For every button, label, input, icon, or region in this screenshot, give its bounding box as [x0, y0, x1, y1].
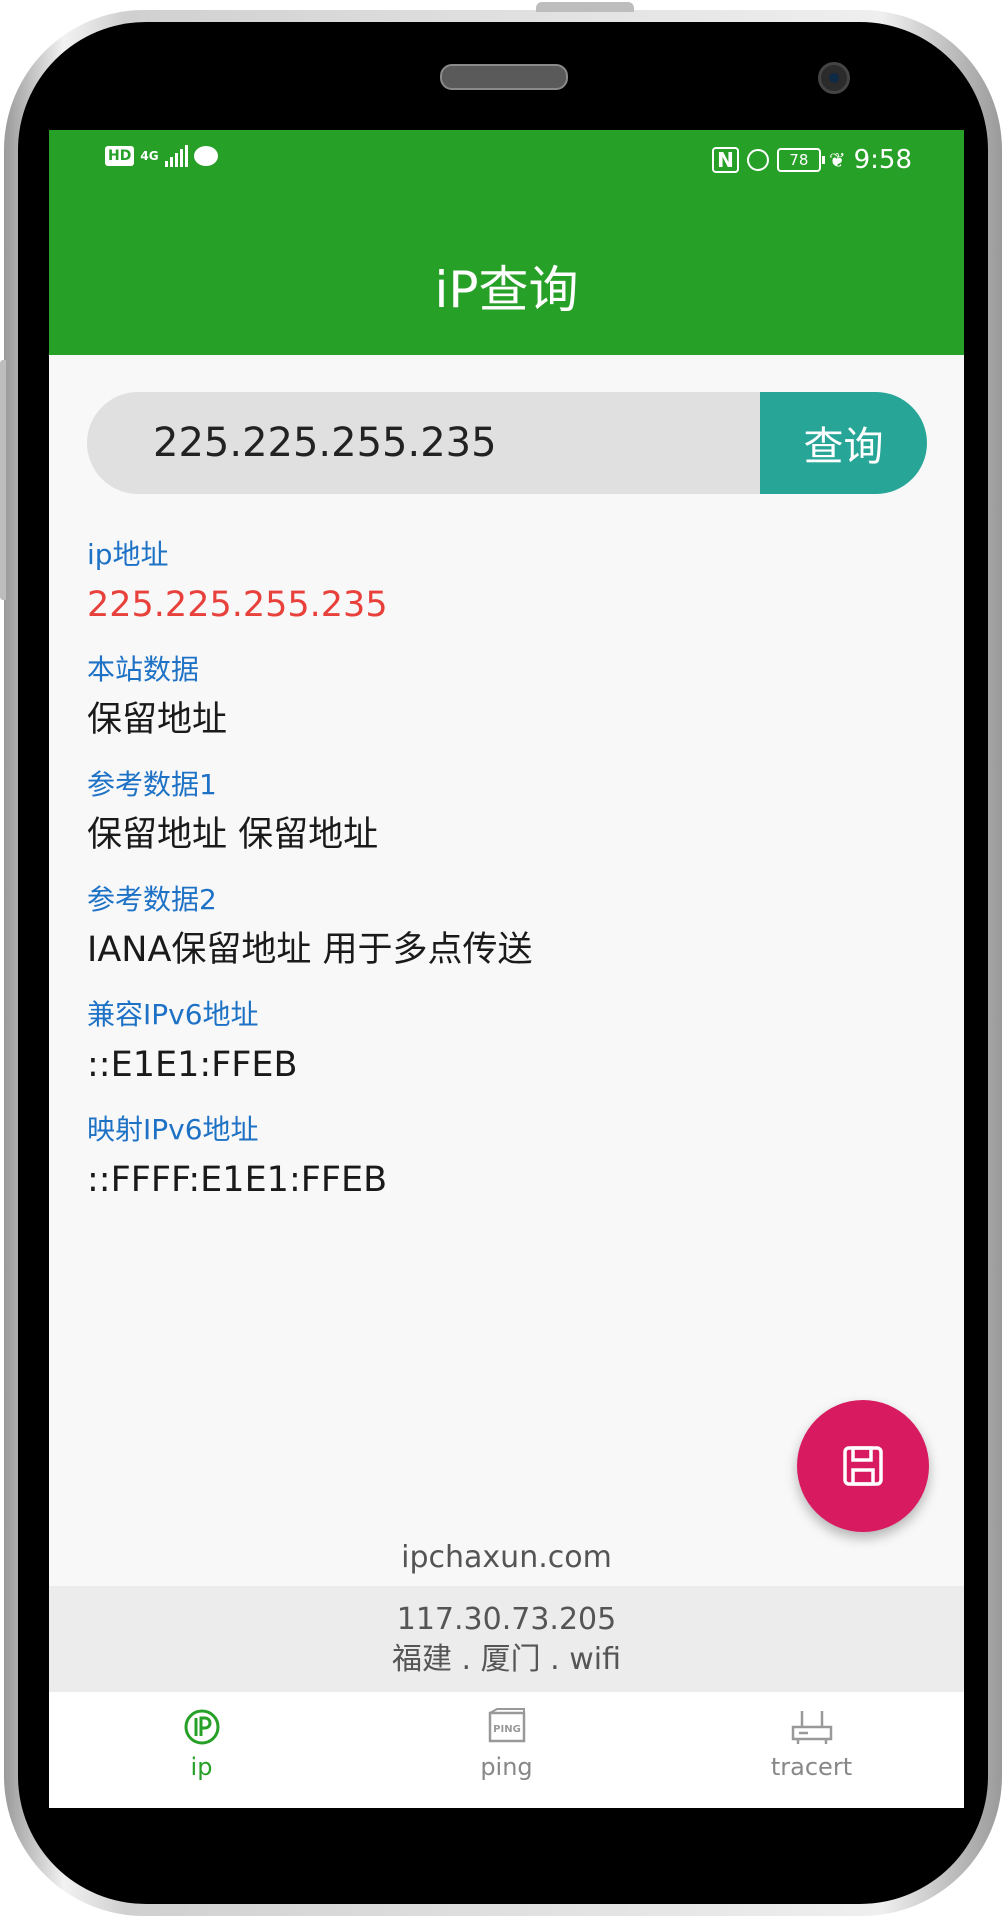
field-label: 本站数据: [87, 653, 200, 686]
field-label: 兼容IPv6地址: [87, 998, 259, 1031]
network-type-icon: 4G: [140, 148, 159, 163]
power-saving-icon: ❦: [828, 148, 846, 172]
field-value: ::E1E1:FFEB: [87, 1045, 298, 1085]
result-compatible-ipv6: 兼容IPv6地址 ::E1E1:FFEB: [87, 995, 927, 1110]
nav-label: ip: [190, 1753, 213, 1781]
screen: HD 4G N 78 ❦ 9:58 iP查询 查询 ip地址 225.225.2…: [49, 130, 964, 1808]
client-location: 福建 . 厦门 . wifi: [392, 1642, 621, 1677]
field-value: IANA保留地址 用于多点传送: [87, 930, 533, 970]
field-value: 保留地址: [87, 700, 228, 740]
earpiece-speaker: [440, 64, 568, 90]
result-ip-address: ip地址 225.225.255.235: [87, 535, 927, 650]
result-mapped-ipv6: 映射IPv6地址 ::FFFF:E1E1:FFEB: [87, 1110, 927, 1225]
result-reference-data-2: 参考数据2 IANA保留地址 用于多点传送: [87, 880, 927, 995]
ping-icon: PING: [488, 1708, 525, 1743]
nav-tab-tracert[interactable]: tracert: [659, 1692, 964, 1808]
result-list: ip地址 225.225.255.235 本站数据 保留地址 参考数据1 保留地…: [87, 535, 927, 1225]
query-button[interactable]: 查询: [760, 392, 927, 494]
field-value: 保留地址 保留地址: [87, 815, 379, 855]
client-ip: 117.30.73.205: [396, 1602, 617, 1637]
phone-top-button: [536, 2, 634, 12]
field-label: 参考数据2: [87, 883, 217, 916]
alarm-icon: [746, 149, 769, 171]
clock: 9:58: [853, 145, 912, 175]
search-bar: 查询: [87, 392, 927, 494]
result-reference-data-1: 参考数据1 保留地址 保留地址: [87, 765, 927, 880]
site-link[interactable]: ipchaxun.com: [49, 1540, 964, 1575]
nav-label: tracert: [770, 1753, 853, 1781]
status-bar: HD 4G N 78 ❦ 9:58: [49, 130, 964, 190]
save-fab-button[interactable]: [797, 1400, 929, 1532]
message-icon: [193, 146, 218, 166]
front-camera: [818, 62, 850, 94]
nav-tab-ip[interactable]: ip: [49, 1692, 354, 1808]
router-icon: [791, 1711, 832, 1744]
field-label: 参考数据1: [87, 768, 217, 801]
app-bar: HD 4G N 78 ❦ 9:58 iP查询: [49, 130, 964, 355]
bottom-navigation: ip PING ping tracert: [49, 1692, 964, 1808]
signal-strength-icon: [164, 145, 188, 167]
page-title: iP查询: [434, 261, 579, 319]
ip-search-input[interactable]: [87, 392, 787, 494]
client-info: 117.30.73.205 福建 . 厦门 . wifi: [49, 1586, 964, 1692]
nfc-icon: N: [712, 147, 739, 173]
field-label: ip地址: [87, 538, 169, 571]
save-icon: [843, 1446, 883, 1486]
phone-side-button: [0, 360, 6, 600]
ip-icon: [184, 1709, 219, 1745]
ping-icon-text: PING: [493, 1724, 521, 1735]
battery-icon: 78: [776, 148, 825, 172]
field-value: 225.225.255.235: [87, 585, 388, 625]
field-value: ::FFFF:E1E1:FFEB: [87, 1160, 388, 1200]
nav-tab-ping[interactable]: PING ping: [354, 1692, 659, 1808]
result-local-data: 本站数据 保留地址: [87, 650, 927, 765]
field-label: 映射IPv6地址: [87, 1113, 259, 1146]
hd-badge: HD: [105, 146, 135, 166]
nav-label: ping: [480, 1753, 533, 1781]
